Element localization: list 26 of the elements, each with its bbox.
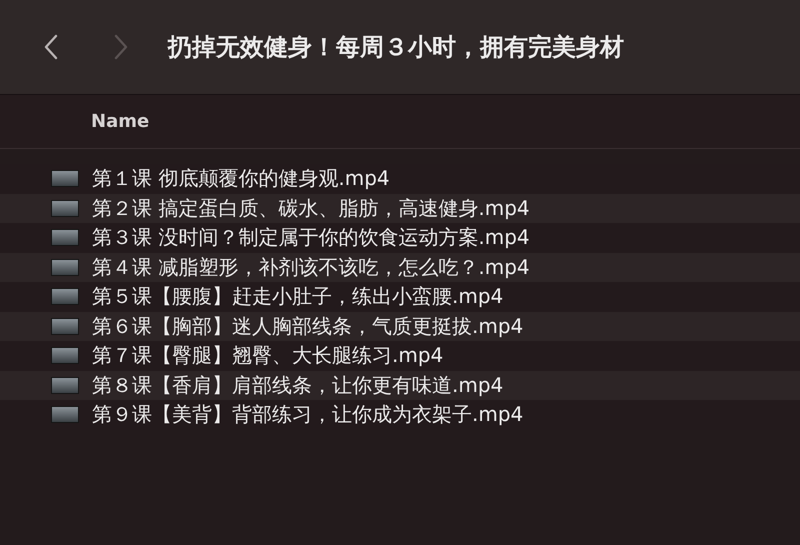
- video-thumbnail: [51, 258, 79, 276]
- video-thumbnail: [51, 347, 79, 364]
- file-name: 第２课 搞定蛋白质、碳水、脂肪，高速健身.mp4: [92, 194, 530, 222]
- video-thumbnail: [51, 200, 79, 217]
- file-row[interactable]: 第４课 减脂塑形，补剂该不该吃，怎么吃？.mp4: [0, 252, 800, 282]
- file-name: 第９课【美背】背部练习，让你成为衣架子.mp4: [92, 401, 524, 428]
- video-thumbnail: [51, 170, 79, 188]
- file-name: 第７课【臀腿】翘臀、大长腿练习.mp4: [92, 342, 444, 370]
- file-name: 第６课【胸部】迷人胸部线条，气质更挺拔.mp4: [92, 312, 524, 340]
- file-name: 第５课【腰腹】赶走小肚子，练出小蛮腰.mp4: [92, 283, 504, 310]
- column-header[interactable]: Name: [91, 111, 150, 132]
- file-name: 第１课 彻底颠覆你的健身观.mp4: [92, 165, 390, 192]
- file-name: 第３课 没时间？制定属于你的饮食运动方案.mp4: [92, 224, 530, 252]
- file-row[interactable]: 第８课【香肩】肩部线条，让你更有味道.mp4: [0, 370, 800, 400]
- file-name: 第４课 减脂塑形，补剂该不该吃，怎么吃？.mp4: [92, 254, 530, 281]
- video-thumbnail: [51, 229, 79, 246]
- chevron-left-icon: [44, 34, 58, 60]
- file-row[interactable]: 第２课 搞定蛋白质、碳水、脂肪，高速健身.mp4: [0, 194, 800, 223]
- video-thumbnail: [51, 406, 79, 424]
- chevron-right-icon: [114, 34, 128, 60]
- window-title: 扔掉无效健身！每周３小时，拥有完美身材: [168, 32, 624, 63]
- video-thumbnail: [51, 288, 79, 306]
- file-row[interactable]: 第６课【胸部】迷人胸部线条，气质更挺拔.mp4: [0, 312, 800, 341]
- video-thumbnail: [51, 318, 79, 335]
- video-thumbnail: [51, 376, 79, 394]
- file-name: 第８课【香肩】肩部线条，让你更有味道.mp4: [92, 372, 504, 399]
